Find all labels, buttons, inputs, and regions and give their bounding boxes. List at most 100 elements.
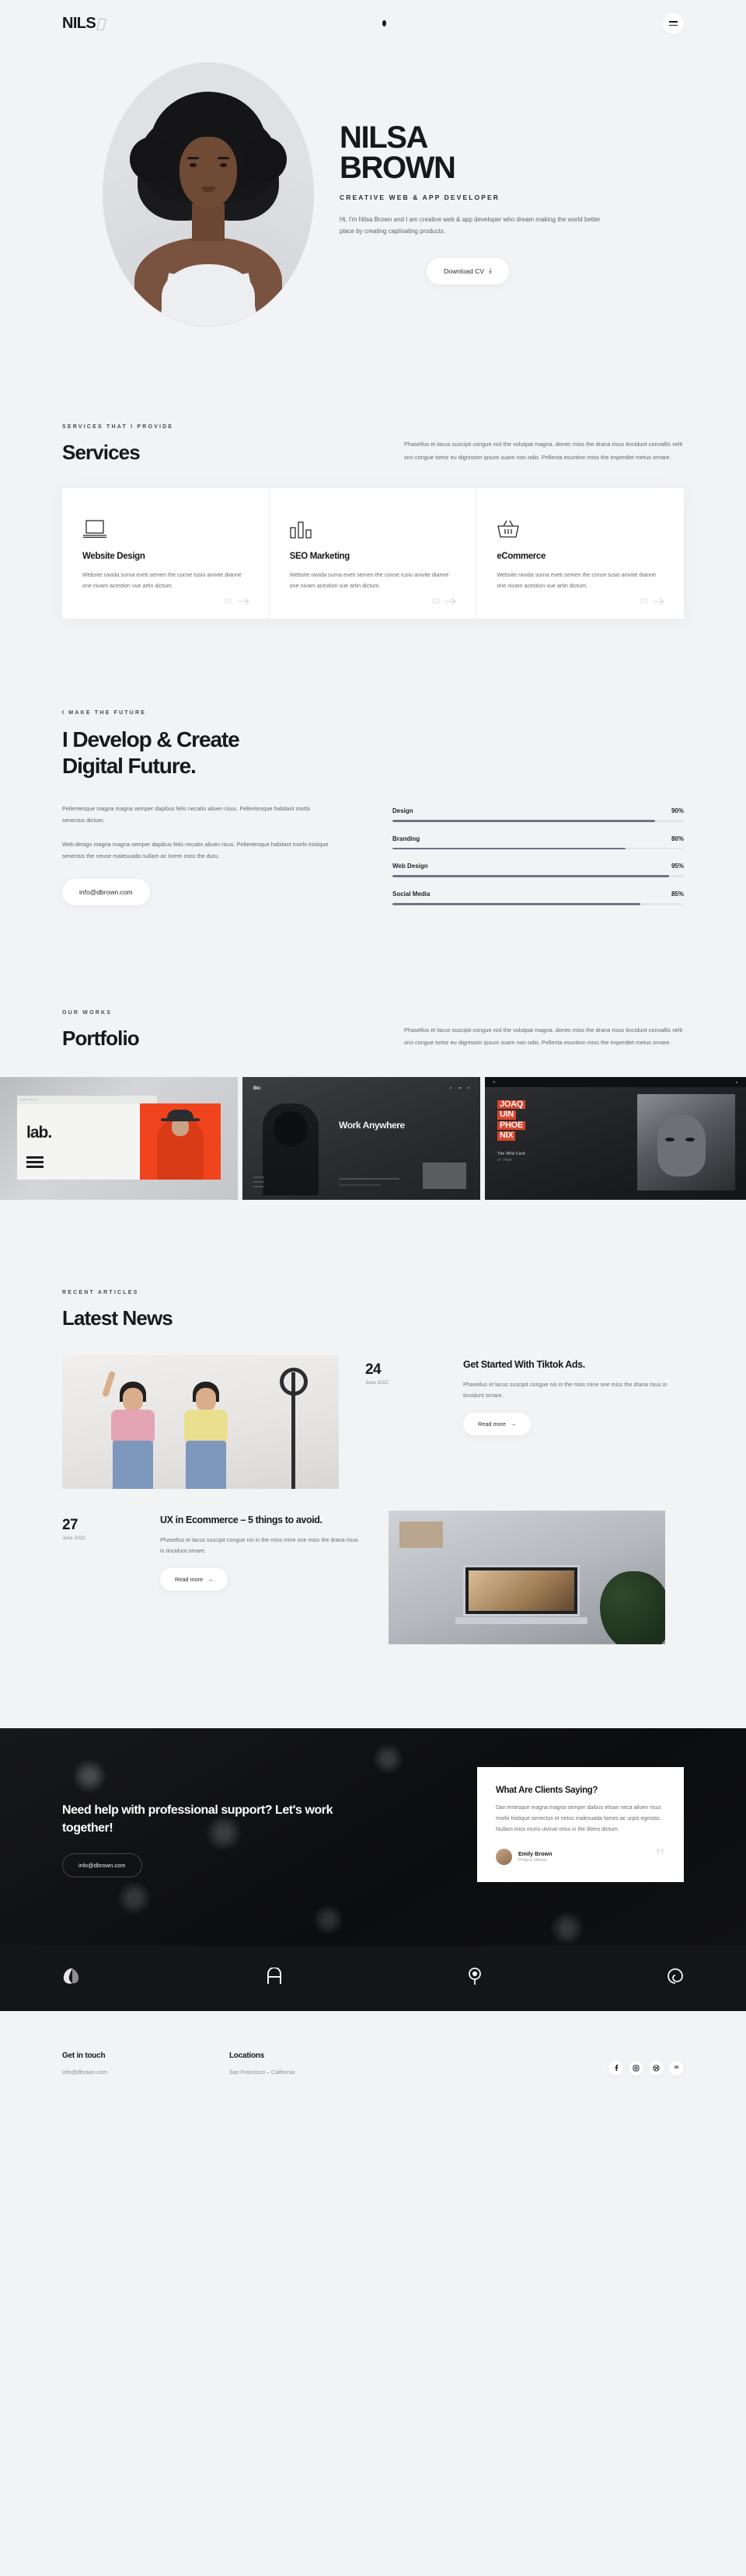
develop-title-line1: I Develop & Create xyxy=(62,727,240,751)
develop-kicker: I MAKE THE FUTURE xyxy=(62,709,147,716)
portfolio-gallery: PORTFOLIO lab. Bio Work Anywhere ☰ ● JOA… xyxy=(0,1076,746,1200)
service-card[interactable]: eCommerce Website ravida surna eveti sem… xyxy=(476,488,684,619)
portfolio-item-work[interactable]: Bio Work Anywhere xyxy=(242,1076,480,1200)
hero-photo-column xyxy=(62,62,330,326)
article-row: 24 June 2022 Get Started With Tiktok Ads… xyxy=(62,1354,684,1489)
services-kicker: SERVICES THAT I PROVIDE xyxy=(62,424,174,430)
email-button[interactable]: info@dbrown.com xyxy=(62,879,150,906)
site-header: NILS xyxy=(0,0,746,47)
article-image-tiktok[interactable] xyxy=(62,1354,339,1489)
brand-logos-bar xyxy=(0,1945,746,2011)
download-icon: ⤓ xyxy=(489,267,492,275)
skill-progress-fill xyxy=(392,847,626,850)
skill-row: Social Media 85% xyxy=(392,891,684,905)
testimonial-body: Dan entesque magna magna semper daibus e… xyxy=(496,1804,661,1833)
service-card[interactable]: SEO Marketing Website ravida surna eveti… xyxy=(270,488,477,619)
skill-progress-track xyxy=(392,847,684,850)
logo-text: NILS xyxy=(62,14,96,32)
develop-paragraph-2: Web design magna magna semper dapibus fe… xyxy=(62,840,329,860)
portfolio-lead: Phasellus et lacus suscipit congue nisl … xyxy=(404,1026,683,1047)
arrow-right-icon[interactable] xyxy=(237,598,250,605)
portfolio-item-meta: Bio xyxy=(253,1086,261,1091)
download-cv-button[interactable]: Download CV ⤓ xyxy=(427,257,509,284)
bar-chart-icon xyxy=(290,511,456,539)
shopping-basket-icon xyxy=(497,511,664,539)
article-title[interactable]: Get Started With Tiktok Ads. xyxy=(463,1358,684,1371)
article-day: 24 xyxy=(365,1361,382,1378)
skill-row: Branding 80% xyxy=(392,835,684,850)
skill-name: Design xyxy=(392,807,413,815)
service-title: SEO Marketing xyxy=(289,552,350,561)
develop-paragraph-1: Pellentesque magna magna semper dapibus … xyxy=(62,805,310,824)
article-row: 27 June 2022 UX in Ecommerce – 5 things … xyxy=(62,1510,684,1644)
article-excerpt: Phasellus et lacus suscipit congue nis i… xyxy=(463,1380,668,1399)
skill-progress-track xyxy=(392,820,684,822)
arrow-right-icon: → xyxy=(207,1576,214,1584)
news-title: Latest News xyxy=(62,1305,173,1330)
testimonial-role: Project Owner xyxy=(518,1858,547,1863)
portfolio-item-lab[interactable]: PORTFOLIO lab. xyxy=(0,1076,238,1200)
services-lead: Phasellus et lacus suscipit congue nisl … xyxy=(404,441,683,461)
testimonial-card: What Are Clients Saying? Dan entesque ma… xyxy=(477,1766,684,1882)
footer-contact-value[interactable]: info@dbrown.com xyxy=(62,2069,229,2076)
portrait-photo xyxy=(103,62,314,326)
skill-value: 85% xyxy=(671,890,684,898)
read-more-button[interactable]: Read more → xyxy=(463,1413,532,1436)
skill-name: Social Media xyxy=(392,890,431,898)
spiral-icon xyxy=(667,1968,684,1989)
article-title[interactable]: UX in Ecommerce – 5 things to avoid. xyxy=(160,1514,362,1526)
develop-section: I MAKE THE FUTURE I Develop & Create Dig… xyxy=(62,619,684,919)
service-body: Website ravida surna eveti semen the con… xyxy=(289,571,449,590)
read-more-label: Read more xyxy=(478,1420,507,1428)
article-day: 27 xyxy=(62,1516,78,1533)
footer-locations-heading: Locations xyxy=(229,2051,264,2060)
develop-title-line2: Digital Future. xyxy=(62,753,197,778)
services-card-grid: Website Design Website ravida surna evet… xyxy=(62,488,684,619)
portfolio-item-joaquin[interactable]: ☰ ● JOAQ UIN PHOE NIX The Wild Card of ' … xyxy=(485,1076,746,1200)
footer-contact-column: Get in touch info@dbrown.com xyxy=(62,2051,229,2076)
portfolio-section: OUR WORKS Portfolio Phasellus et lacus s… xyxy=(0,919,746,1200)
site-footer: Get in touch info@dbrown.com Locations S… xyxy=(0,2011,746,2111)
skill-name: Web Design xyxy=(392,863,428,870)
laptop-icon xyxy=(82,511,249,539)
testimonial-author: Emily Brown xyxy=(518,1850,553,1858)
read-more-button[interactable]: Read more → xyxy=(160,1568,228,1591)
portfolio-item-label: lab. xyxy=(26,1123,52,1142)
slash-mark-icon xyxy=(96,18,107,30)
arrow-right-icon[interactable] xyxy=(444,598,457,605)
service-number: 02 xyxy=(431,597,441,606)
site-logo[interactable]: NILS xyxy=(62,14,107,33)
instagram-icon[interactable] xyxy=(629,2060,643,2076)
email-label: info@dbrown.com xyxy=(79,888,133,897)
footer-locations-value: San Francisco – California xyxy=(229,2068,295,2076)
skill-row: Design 90% xyxy=(392,807,684,822)
article-excerpt: Phasellus et lacus suscipit congue nis i… xyxy=(160,1535,358,1554)
skill-row: Web Design 95% xyxy=(392,863,684,877)
portfolio-item-label-4: NIX xyxy=(497,1131,516,1141)
portfolio-item-sub: The Wild Card xyxy=(497,1151,525,1156)
service-number: 01 xyxy=(224,597,233,606)
portfolio-title: Portfolio xyxy=(62,1026,140,1050)
dribbble-icon[interactable] xyxy=(649,2060,664,2076)
arrow-right-icon: → xyxy=(511,1420,517,1428)
news-section: RECENT ARTICLES Latest News 24 June 2022… xyxy=(62,1200,684,1644)
skill-value: 80% xyxy=(671,835,684,842)
skill-progress-fill xyxy=(392,902,640,905)
linkedin-icon[interactable]: in xyxy=(669,2060,684,2076)
skills-list: Design 90% Branding 80% Web Design 95% S… xyxy=(392,803,684,918)
hero-name-line1: NILSA xyxy=(340,120,428,155)
arrow-right-icon[interactable] xyxy=(652,598,665,605)
hero-role: CREATIVE WEB & APP DEVELOPER xyxy=(340,193,500,201)
portfolio-item-meta: PORTFOLIO xyxy=(21,1098,37,1101)
portfolio-item-label: Work Anywhere xyxy=(339,1119,405,1131)
article-image-ux[interactable] xyxy=(389,1510,665,1644)
quote-mark-icon: ” xyxy=(655,1844,665,1868)
cta-email-button[interactable]: info@dbrown.com xyxy=(62,1853,142,1877)
hamburger-menu-icon[interactable] xyxy=(662,12,684,34)
hero-section: NILSA BROWN CREATIVE WEB & APP DEVELOPER… xyxy=(62,47,684,373)
service-card[interactable]: Website Design Website ravida surna evet… xyxy=(62,488,270,619)
facebook-icon[interactable] xyxy=(608,2060,623,2076)
service-number: 03 xyxy=(639,597,648,606)
portfolio-landing-page: NILS NILSA BROWN CREATIVE WEB & APP DEVE… xyxy=(0,0,746,2111)
cta-email-label: info@dbrown.com xyxy=(78,1861,126,1869)
